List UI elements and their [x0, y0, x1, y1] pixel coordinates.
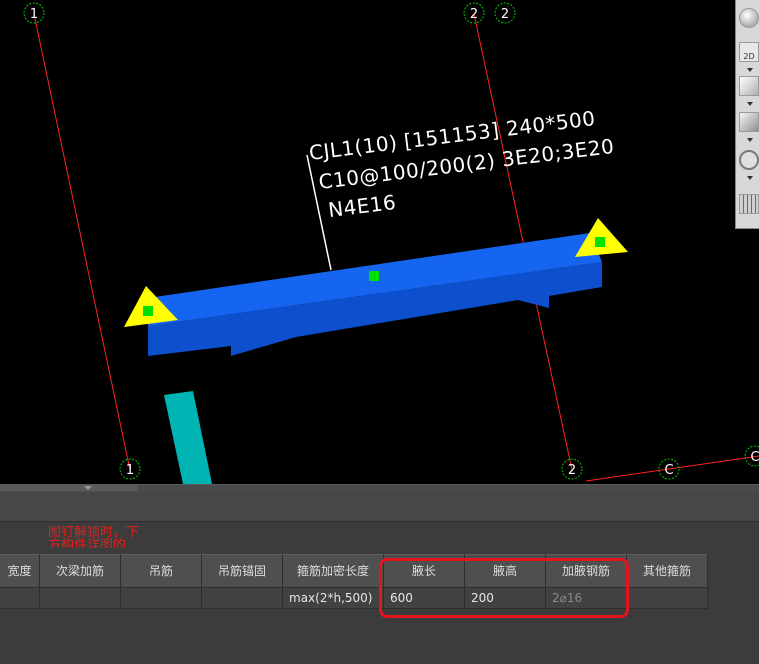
table-row: max(2*h,500) 600 200 2⌀16 [0, 588, 708, 609]
chevron-down-icon[interactable] [84, 486, 92, 490]
cell-other-stirrups[interactable] [627, 588, 708, 609]
cell-secondary-beam-rebar[interactable] [40, 588, 121, 609]
col-header-haunch-rebar[interactable]: 加腋钢筋 [546, 554, 627, 588]
beam-cjl1[interactable] [124, 218, 628, 356]
solid-box-icon[interactable] [739, 112, 759, 132]
axis-marker-1-bottom[interactable]: 1 [119, 458, 141, 480]
svg-text:1: 1 [30, 7, 38, 22]
hint-line: 图钉解锁时，下 方构件详图的 [48, 526, 140, 548]
col-header-width[interactable]: 宽度 [0, 554, 40, 588]
col-header-hanger-rebar[interactable]: 吊筋 [121, 554, 202, 588]
svg-text:C: C [750, 450, 759, 465]
grip-left[interactable] [143, 306, 153, 316]
property-panel: 图钉解锁时，下 方构件详图的 宽度 次梁加筋 吊筋 吊筋锚固 箍筋加密长度 腋长… [0, 493, 759, 664]
svg-text:1: 1 [126, 463, 134, 478]
sphere-icon[interactable] [739, 8, 759, 28]
rotate-icon[interactable] [739, 150, 759, 170]
grid-view-icon[interactable] [739, 194, 759, 214]
cell-stirrup-dense-length[interactable]: max(2*h,500) [283, 588, 384, 609]
svg-text:2: 2 [470, 7, 478, 22]
svg-text:C: C [664, 463, 673, 478]
model-canvas[interactable]: 1 2 2 1 2 C C CJL1(10) [151153] 240*500 … [0, 0, 759, 484]
axis-marker-2-top-b[interactable]: 2 [494, 2, 516, 24]
col-header-other-stirrups[interactable]: 其他箍筋 [627, 554, 708, 588]
panel-toolbar [0, 493, 759, 522]
3d-viewport[interactable]: 1 2 2 1 2 C C CJL1(10) [151153] 240*500 … [0, 0, 759, 484]
chevron-down-icon[interactable] [747, 102, 753, 106]
cell-haunch-rebar[interactable]: 2⌀16 [546, 588, 627, 609]
col-header-stirrup-dense-length[interactable]: 箍筋加密长度 [283, 554, 384, 588]
cell-haunch-height[interactable]: 200 [465, 588, 546, 609]
axis-marker-2-top[interactable]: 2 [463, 2, 485, 24]
chevron-down-icon[interactable] [747, 138, 753, 142]
svg-text:2: 2 [501, 7, 509, 22]
chevron-down-icon[interactable] [747, 176, 753, 180]
cell-hanger-anchorage[interactable] [202, 588, 283, 609]
pin-hint-text: 图钉解锁时，下 方构件详图的 [48, 526, 178, 548]
axis-marker-c-right[interactable]: C [744, 445, 759, 467]
col-header-secondary-beam-rebar[interactable]: 次梁加筋 [40, 554, 121, 588]
svg-text:2: 2 [568, 463, 576, 478]
axis-marker-1-top[interactable]: 1 [23, 2, 45, 24]
cell-width[interactable] [0, 588, 40, 609]
grip-right[interactable] [595, 237, 605, 247]
col-header-haunch-length[interactable]: 腋长 [384, 554, 465, 588]
axis-line-1 [33, 13, 131, 471]
axis-marker-c-bottom[interactable]: C [658, 458, 680, 480]
cell-haunch-length[interactable]: 600 [384, 588, 465, 609]
2d-label: 2D [743, 52, 755, 61]
2d-view-icon[interactable]: 2D [739, 42, 759, 62]
splitter-tab[interactable] [0, 485, 138, 491]
col-header-hanger-anchorage[interactable]: 吊筋锚固 [202, 554, 283, 588]
view-toolbar: 2D [735, 0, 759, 229]
grid-header: 宽度 次梁加筋 吊筋 吊筋锚固 箍筋加密长度 腋长 腋高 加腋钢筋 其他箍筋 [0, 554, 708, 588]
cell-hanger-rebar[interactable] [121, 588, 202, 609]
grip-mid[interactable] [369, 271, 379, 281]
axis-marker-2-bottom[interactable]: 2 [561, 458, 583, 480]
annotation-line-3: N4E16 [327, 190, 398, 222]
chevron-down-icon[interactable] [747, 68, 753, 72]
beam-annotation[interactable]: CJL1(10) [151153] 240*500 C10@100/200(2)… [308, 104, 619, 223]
column[interactable] [164, 391, 212, 484]
col-header-haunch-height[interactable]: 腋高 [465, 554, 546, 588]
box-view-icon[interactable] [739, 76, 759, 96]
